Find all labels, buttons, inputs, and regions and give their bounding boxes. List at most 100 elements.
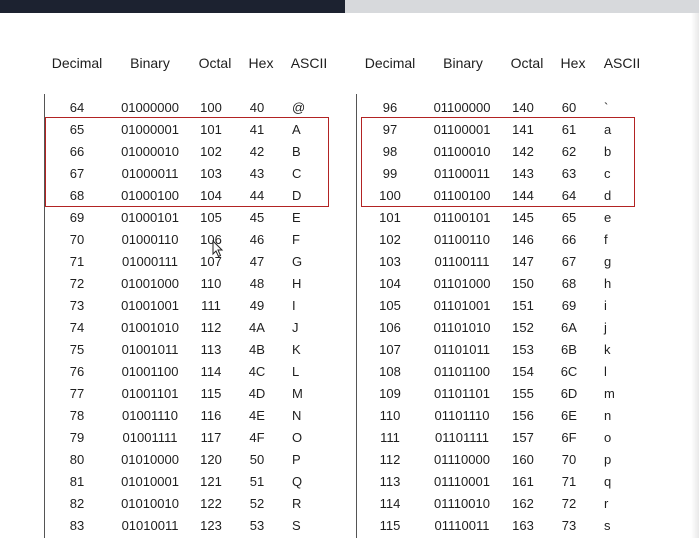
cell-ascii: O (292, 430, 303, 445)
highlight-box (45, 117, 329, 207)
cell-binary: 01110010 (434, 496, 490, 511)
cell-ascii: e (604, 210, 612, 225)
cell-ascii: j (604, 320, 607, 335)
cell-decimal: 83 (69, 518, 85, 533)
cell-hex: 72 (561, 496, 577, 511)
cell-hex: 6C (560, 364, 578, 379)
cell-binary: 01000111 (122, 254, 178, 269)
cell-decimal: 75 (69, 342, 85, 357)
column-header-octal: Octal (510, 55, 544, 71)
cell-ascii: g (604, 254, 612, 269)
cell-decimal: 115 (379, 518, 401, 533)
cell-ascii: E (292, 210, 301, 225)
cell-decimal: 72 (69, 276, 85, 291)
cell-binary: 01001111 (122, 430, 178, 445)
cell-hex: 40 (249, 100, 265, 115)
cell-decimal: 111 (380, 430, 400, 445)
cell-binary: 01100000 (433, 100, 491, 115)
cell-binary: 01001110 (122, 408, 178, 423)
cell-hex: 6E (561, 408, 577, 423)
cell-ascii: G (292, 254, 303, 269)
cell-hex: 60 (561, 100, 577, 115)
page-edge-shadow (691, 13, 699, 538)
ascii-table-right: Decimal Binary Octal Hex ASCII 96 01100000 140 6… (345, 0, 691, 538)
cell-binary: 01010011 (121, 518, 179, 533)
cell-hex: 46 (249, 232, 265, 247)
column-header-ascii: ASCII (290, 55, 328, 71)
ascii-table-left: Decimal Binary Octal Hex ASCII 64 01000000 100 4… (0, 0, 345, 538)
cell-binary: 01101110 (434, 408, 490, 423)
column-header-ascii: ASCII (603, 55, 641, 71)
cell-hex: 6F (561, 430, 577, 445)
cell-hex: 47 (249, 254, 265, 269)
cell-ascii: s (604, 518, 611, 533)
cell-decimal: 106 (379, 320, 401, 335)
cell-ascii: ` (604, 100, 609, 115)
cell-hex: 4D (248, 386, 266, 401)
cell-binary: 01100110 (434, 232, 490, 247)
cell-ascii: S (292, 518, 301, 533)
cell-ascii: m (604, 386, 615, 401)
cell-hex: 69 (561, 298, 577, 313)
cell-binary: 01010000 (121, 452, 179, 467)
cell-decimal: 112 (379, 452, 401, 467)
cell-octal: 163 (512, 518, 534, 533)
cell-hex: 66 (561, 232, 577, 247)
cell-ascii: I (292, 298, 296, 313)
cell-ascii: k (604, 342, 611, 357)
cell-ascii: P (292, 452, 301, 467)
cell-octal: 120 (200, 452, 222, 467)
cell-octal: 154 (512, 364, 534, 379)
cell-octal: 122 (200, 496, 222, 511)
cell-octal: 153 (512, 342, 534, 357)
cell-binary: 01001100 (121, 364, 179, 379)
cell-ascii: r (604, 496, 609, 511)
cell-binary: 01110011 (434, 518, 490, 533)
cell-hex: 4B (249, 342, 265, 357)
table-left-border (356, 94, 357, 538)
cell-binary: 01100101 (433, 210, 491, 225)
cell-decimal: 79 (69, 430, 85, 445)
cell-binary: 01110001 (434, 474, 490, 489)
cell-octal: 115 (200, 386, 222, 401)
cell-ascii: F (292, 232, 300, 247)
cell-binary: 01010001 (121, 474, 179, 489)
cell-hex: 4A (249, 320, 265, 335)
cell-octal: 157 (512, 430, 534, 445)
cell-hex: 51 (249, 474, 265, 489)
cell-octal: 121 (200, 474, 222, 489)
cell-binary: 01001000 (121, 276, 179, 291)
cell-hex: 49 (249, 298, 265, 313)
cell-decimal: 110 (379, 408, 401, 423)
cell-hex: 6D (560, 386, 578, 401)
cell-hex: 68 (561, 276, 577, 291)
cell-binary: 01101000 (433, 276, 491, 291)
cell-octal: 151 (512, 298, 534, 313)
column-header-decimal: Decimal (51, 55, 103, 71)
cell-hex: 73 (561, 518, 577, 533)
cell-decimal: 76 (69, 364, 85, 379)
cell-ascii: i (604, 298, 607, 313)
cell-octal: 147 (512, 254, 534, 269)
cell-octal: 105 (200, 210, 222, 225)
cell-binary: 01101101 (434, 386, 490, 401)
column-header-octal: Octal (198, 55, 232, 71)
cell-hex: 4E (249, 408, 265, 423)
cell-ascii: K (292, 342, 301, 357)
cell-binary: 01001101 (121, 386, 179, 401)
cell-ascii: o (604, 430, 612, 445)
cell-hex: 6A (561, 320, 577, 335)
cell-ascii: @ (292, 100, 306, 115)
cell-octal: 116 (200, 408, 222, 423)
cell-ascii: N (292, 408, 302, 423)
cell-decimal: 96 (382, 100, 398, 115)
highlight-box (361, 117, 635, 207)
cell-binary: 01000000 (121, 100, 179, 115)
cell-hex: 6B (561, 342, 577, 357)
cell-decimal: 113 (379, 474, 401, 489)
cell-hex: 53 (249, 518, 265, 533)
cell-octal: 140 (512, 100, 534, 115)
cell-hex: 65 (561, 210, 577, 225)
cell-octal: 146 (512, 232, 534, 247)
cell-hex: 4C (248, 364, 266, 379)
